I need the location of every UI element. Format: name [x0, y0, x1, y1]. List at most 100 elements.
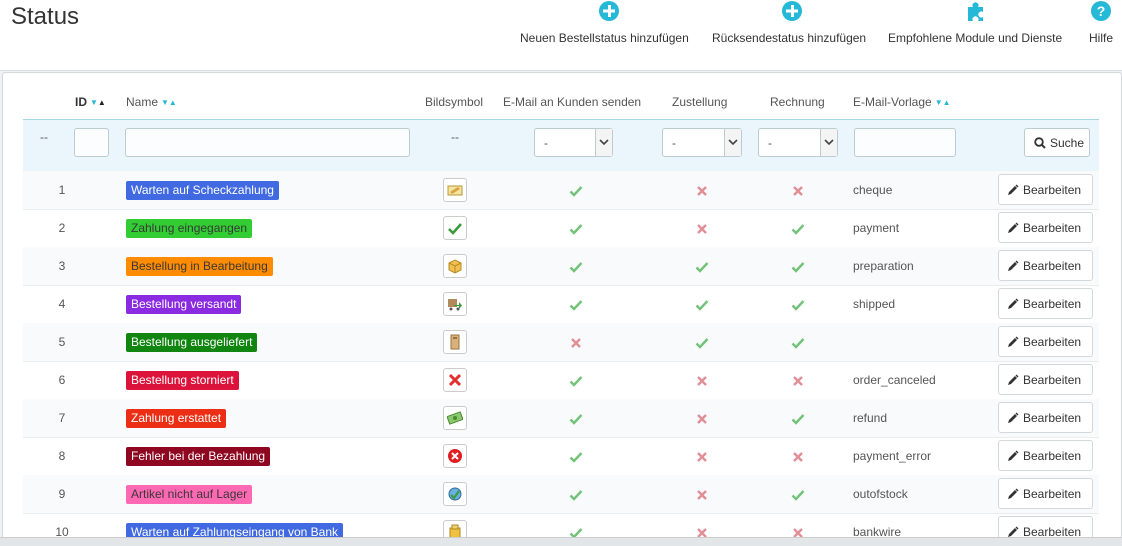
table-row[interactable]: 3 Bestellung in Bearbeitung preparation Bea… — [23, 247, 1099, 286]
email-template: outofstock — [853, 487, 908, 501]
delivery-filter-value: - — [672, 136, 676, 150]
page-title: Status — [11, 3, 80, 30]
check-icon[interactable] — [569, 222, 583, 236]
edit-button-label: Bearbeiten — [1023, 297, 1082, 311]
cross-icon[interactable] — [695, 184, 709, 198]
recommended-modules-label: Empfohlene Module und Dienste — [888, 31, 1063, 45]
column-header-delivery: Zustellung — [672, 95, 728, 109]
name-filter-input[interactable] — [125, 128, 410, 157]
column-header-id-label: ID — [75, 95, 87, 109]
pencil-icon — [1008, 298, 1019, 309]
check-icon[interactable] — [569, 412, 583, 426]
column-header-id[interactable]: ID ▼▲ — [75, 95, 106, 109]
status-table-panel: ID ▼▲ Name ▼▲ Bildsymbol E-Mail an Kunden … — [2, 72, 1122, 544]
cross-icon[interactable] — [695, 450, 709, 464]
table-row[interactable]: 1 Warten auf Scheckzahlung cheque Bearbeite… — [23, 171, 1099, 210]
status-icon-box — [443, 216, 467, 240]
edit-button[interactable]: Bearbeiten — [998, 250, 1093, 281]
chevron-down-icon — [820, 129, 837, 156]
sort-arrows-icon[interactable]: ▼▲ — [161, 98, 177, 107]
chevron-down-icon — [595, 129, 612, 156]
cross-icon[interactable] — [695, 374, 709, 388]
help-label: Hilfe — [1089, 31, 1114, 45]
help-button[interactable]: ? Hilfe — [1087, 0, 1117, 48]
cross-icon[interactable] — [695, 222, 709, 236]
search-button[interactable]: Suche — [1024, 128, 1090, 157]
check-icon[interactable] — [791, 412, 805, 426]
table-row[interactable]: 5 Bestellung ausgeliefert Bearbeiten — [23, 323, 1099, 362]
cross-icon[interactable] — [791, 184, 805, 198]
table-row[interactable]: 4 Bestellung versandt shipped Bearbeiten — [23, 285, 1099, 324]
sort-arrows-icon[interactable]: ▼▲ — [90, 98, 106, 107]
status-icon-box — [443, 178, 467, 202]
check-icon[interactable] — [569, 450, 583, 464]
status-id: 6 — [58, 373, 66, 387]
id-filter-input[interactable] — [74, 128, 109, 157]
cancel-icon — [448, 373, 462, 387]
check-icon[interactable] — [791, 336, 805, 350]
email-template: payment_error — [853, 449, 932, 463]
template-filter-input[interactable] — [854, 128, 956, 157]
check-icon[interactable] — [791, 488, 805, 502]
edit-button[interactable]: Bearbeiten — [998, 364, 1093, 395]
edit-button-label: Bearbeiten — [1023, 259, 1082, 273]
edit-button-label: Bearbeiten — [1023, 449, 1082, 463]
cheque-icon — [447, 185, 463, 196]
check-icon[interactable] — [569, 488, 583, 502]
edit-button[interactable]: Bearbeiten — [998, 326, 1093, 357]
cross-icon[interactable] — [695, 412, 709, 426]
edit-button[interactable]: Bearbeiten — [998, 478, 1093, 509]
delivery-filter-select[interactable]: - — [662, 128, 742, 157]
status-icon-box — [443, 292, 467, 316]
puzzle-icon — [968, 2, 983, 21]
email-template: refund — [853, 411, 888, 425]
icon-filter-placeholder: -- — [451, 130, 459, 144]
check-icon[interactable] — [695, 298, 709, 312]
status-name-badge: Artikel nicht auf Lager — [126, 485, 253, 504]
edit-button[interactable]: Bearbeiten — [998, 440, 1093, 471]
table-row[interactable]: 9 Artikel nicht auf Lager outofstock Bearbe… — [23, 475, 1099, 514]
table-row[interactable]: 6 Bestellung storniert order_canceled Bearb… — [23, 361, 1099, 400]
cross-icon[interactable] — [791, 374, 805, 388]
column-header-template[interactable]: E-Mail-Vorlage ▼▲ — [853, 95, 951, 109]
send-email-filter-select[interactable]: - — [534, 128, 613, 157]
recommended-modules-button[interactable]: Empfohlene Module und Dienste — [888, 0, 1074, 48]
status-name-badge: Fehler bei der Bezahlung — [126, 447, 271, 466]
check-icon[interactable] — [569, 184, 583, 198]
sort-arrows-icon[interactable]: ▼▲ — [935, 98, 951, 107]
check-icon[interactable] — [695, 260, 709, 274]
check-icon[interactable] — [791, 222, 805, 236]
table-row[interactable]: 2 Zahlung eingegangen payment Bearbeiten — [23, 209, 1099, 248]
add-order-status-label: Neuen Bestellstatus hinzufügen — [520, 31, 689, 45]
table-row[interactable]: 8 Fehler bei der Bezahlung payment_error Be… — [23, 437, 1099, 476]
edit-button[interactable]: Bearbeiten — [998, 174, 1093, 205]
invoice-filter-select[interactable]: - — [758, 128, 838, 157]
status-id: 7 — [58, 411, 66, 425]
table-row[interactable]: 7 Zahlung erstattet refund Bearbeiten — [23, 399, 1099, 438]
check-icon[interactable] — [791, 298, 805, 312]
cross-icon[interactable] — [569, 336, 583, 350]
edit-button[interactable]: Bearbeiten — [998, 288, 1093, 319]
cross-icon[interactable] — [695, 488, 709, 502]
check-icon[interactable] — [569, 374, 583, 388]
edit-button-label: Bearbeiten — [1023, 487, 1082, 501]
error-icon — [448, 449, 462, 463]
check-icon[interactable] — [791, 260, 805, 274]
column-header-send-email: E-Mail an Kunden senden — [503, 95, 642, 109]
edit-button[interactable]: Bearbeiten — [998, 402, 1093, 433]
edit-button-label: Bearbeiten — [1023, 373, 1082, 387]
invoice-filter-value: - — [768, 136, 772, 150]
edit-button-label: Bearbeiten — [1023, 183, 1082, 197]
add-return-status-label: Rücksendestatus hinzufügen — [712, 31, 867, 45]
cross-icon[interactable] — [791, 450, 805, 464]
add-return-status-button[interactable]: Rücksendestatus hinzufügen — [712, 0, 872, 48]
check-icon[interactable] — [569, 260, 583, 274]
column-header-name[interactable]: Name ▼▲ — [126, 95, 177, 109]
add-order-status-button[interactable]: Neuen Bestellstatus hinzufügen — [520, 0, 698, 48]
edit-button[interactable]: Bearbeiten — [998, 212, 1093, 243]
check-icon[interactable] — [695, 336, 709, 350]
pencil-icon — [1008, 450, 1019, 461]
check-icon[interactable] — [569, 298, 583, 312]
status-id: 9 — [58, 487, 66, 501]
status-id: 2 — [58, 221, 66, 235]
